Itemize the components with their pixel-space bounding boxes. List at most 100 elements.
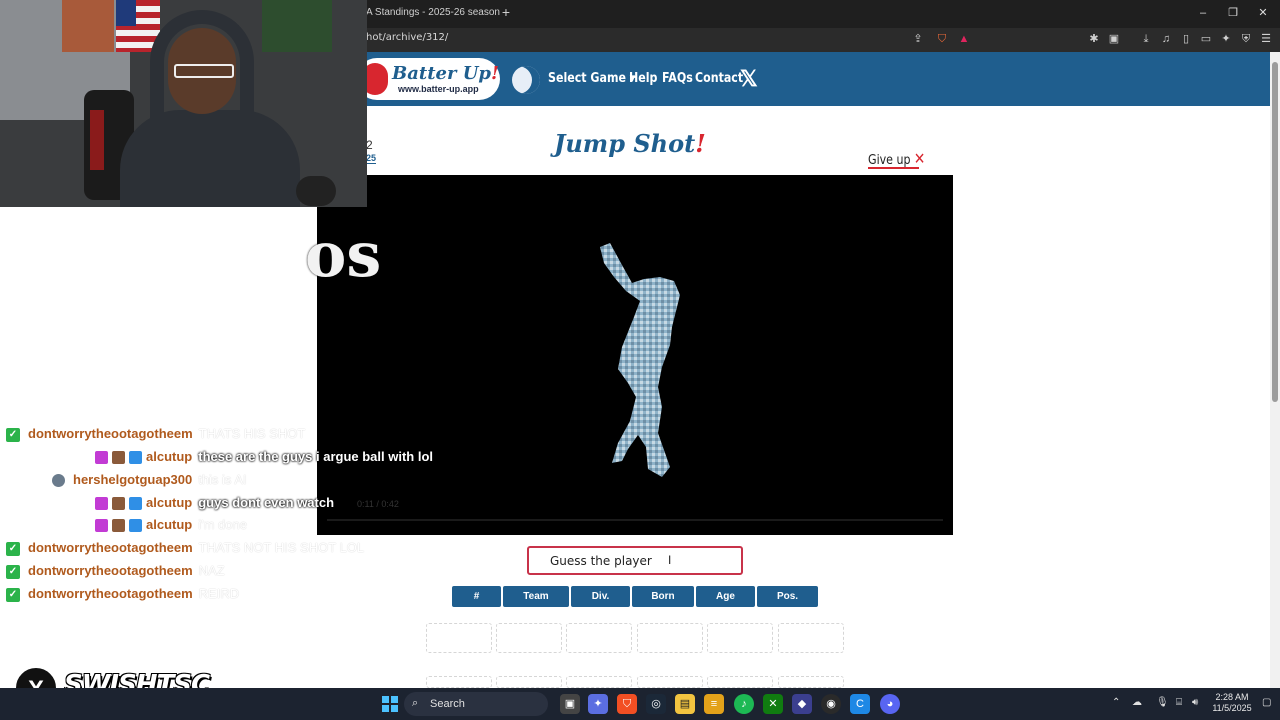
chat-message: hershelgotguap300 this is AI xyxy=(52,472,247,494)
menu-icon[interactable]: ☰ xyxy=(1258,31,1274,47)
url-field[interactable]: hot/archive/312/ xyxy=(366,32,448,43)
app-c-icon[interactable]: C xyxy=(850,694,870,714)
video-progress-bar[interactable] xyxy=(327,519,943,521)
prime-badge-icon xyxy=(129,497,142,511)
clock-time: 2:28 AM xyxy=(1215,692,1249,702)
restore-button[interactable]: ❐ xyxy=(1222,4,1244,22)
guess-cell xyxy=(637,623,703,653)
copilot-icon[interactable]: ✦ xyxy=(588,694,608,714)
minimize-button[interactable]: – xyxy=(1192,4,1214,22)
bits-badge-icon xyxy=(112,519,125,533)
logo-url: www.batter-up.app xyxy=(398,84,479,94)
subscriber-badge-icon xyxy=(95,451,108,465)
overlay-ghost-text: ff xyxy=(28,220,88,290)
chat-message: ✓ dontworrytheootagotheem REIRD xyxy=(6,586,239,608)
chat-username: alcutup xyxy=(146,517,193,532)
chat-text: i'm done xyxy=(198,517,247,532)
x-social-icon[interactable]: 𝕏 xyxy=(740,66,758,92)
bits-badge-icon xyxy=(112,497,125,511)
guess-input[interactable]: Guess the player xyxy=(527,546,743,575)
guess-cell xyxy=(426,623,492,653)
extensions-icon[interactable]: ✱ xyxy=(1086,31,1102,47)
new-tab-button[interactable]: + xyxy=(498,5,514,21)
chat-username: alcutup xyxy=(146,495,193,510)
user-avatar-icon xyxy=(52,474,65,488)
sidebar-icon[interactable]: ▯ xyxy=(1178,31,1194,47)
share-icon[interactable]: ⇪ xyxy=(910,31,926,47)
tab-search-icon[interactable]: ▣ xyxy=(1106,31,1122,47)
guess-cell xyxy=(778,623,844,653)
guess-cell xyxy=(566,676,632,688)
nav-help[interactable]: Help xyxy=(629,71,657,86)
download-icon[interactable]: ⤓ xyxy=(1138,31,1154,47)
nav-contact[interactable]: Contact xyxy=(695,71,743,86)
network-icon[interactable]: ⌸ xyxy=(1176,697,1182,708)
spotify-icon[interactable]: ♪ xyxy=(734,694,754,714)
archive-number: 2 xyxy=(366,138,373,152)
media-icon[interactable]: ♫ xyxy=(1158,31,1174,47)
obs-icon[interactable]: ◉ xyxy=(821,694,841,714)
guess-cell xyxy=(637,676,703,688)
chat-message: ✓ dontworrytheootagotheem NAZ xyxy=(6,563,225,585)
chat-username: dontworrytheootagotheem xyxy=(28,586,193,601)
onedrive-icon[interactable]: ☁ xyxy=(1132,697,1142,708)
chat-text: THATS HIS SHOT xyxy=(198,426,306,441)
chat-message: alcutup these are the guys i argue ball w… xyxy=(95,449,433,471)
brave-rewards-icon[interactable]: ▲ xyxy=(956,31,972,47)
volume-icon[interactable]: 🔊︎ xyxy=(1192,697,1198,708)
chat-username: dontworrytheootagotheem xyxy=(28,540,193,555)
windows-start-icon[interactable] xyxy=(382,696,398,712)
xbox-icon[interactable]: ✕ xyxy=(763,694,783,714)
file-explorer-icon[interactable]: ▤ xyxy=(675,694,695,714)
webcam-streamer-glasses xyxy=(174,64,234,78)
app-icon[interactable]: ≡ xyxy=(704,694,724,714)
chat-text: these are the guys i argue ball with lol xyxy=(198,449,434,464)
windows-taskbar xyxy=(0,688,1280,720)
verified-check-icon: ✓ xyxy=(6,427,20,442)
archive-date-link[interactable]: 25 xyxy=(366,153,377,164)
column-header-born: Born xyxy=(632,586,694,607)
guess-cell xyxy=(496,623,562,653)
vpn-icon[interactable]: ⛨ xyxy=(1238,31,1254,47)
discord-icon[interactable]: ◕ xyxy=(880,694,900,714)
brave-shield-icon[interactable]: ⛉ xyxy=(934,31,950,47)
chat-message: ✓ dontworrytheootagotheem THATS NOT HIS SH… xyxy=(6,540,364,562)
webcam-chair-trim xyxy=(90,110,104,170)
taskview-icon[interactable]: ▣ xyxy=(560,694,580,714)
chat-message: alcutup guys dont even watch xyxy=(95,495,334,517)
verified-check-icon: ✓ xyxy=(6,564,20,579)
taskbar-clock[interactable]: 2:28 AM 11/5/2025 xyxy=(1212,692,1252,714)
webcam-poster xyxy=(62,0,114,52)
nav-faqs[interactable]: FAQs xyxy=(662,71,693,86)
bits-badge-icon xyxy=(112,451,125,465)
video-player[interactable]: 0:11 / 0:42 xyxy=(317,175,953,535)
chat-text: REIRD xyxy=(198,586,240,601)
chat-username: dontworrytheootagotheem xyxy=(28,426,193,441)
app-icon[interactable]: ◆ xyxy=(792,694,812,714)
browser-tab[interactable]: A Standings - 2025-26 season - E xyxy=(360,4,500,28)
chat-text: guys dont even watch xyxy=(198,495,335,510)
guess-cell xyxy=(426,676,492,688)
guess-cell xyxy=(707,623,773,653)
leo-ai-icon[interactable]: ✦ xyxy=(1218,31,1234,47)
prime-badge-icon xyxy=(129,519,142,533)
chat-text: this is AI xyxy=(198,472,247,487)
give-up-button[interactable]: Give up ✕ xyxy=(868,149,925,169)
steam-icon[interactable]: ◎ xyxy=(646,694,666,714)
brave-browser-icon[interactable]: ⛉ xyxy=(617,694,637,714)
column-header-division: Div. xyxy=(571,586,630,607)
microphone-icon[interactable]: 🎙︎ xyxy=(1156,697,1169,708)
tray-chevron-icon[interactable]: ⌃ xyxy=(1112,697,1120,708)
notification-icon[interactable]: ▢ xyxy=(1262,697,1271,708)
column-header-team: Team xyxy=(503,586,569,607)
player-silhouette xyxy=(600,243,680,477)
webcam-poster xyxy=(262,0,332,52)
close-icon: ✕ xyxy=(913,149,926,168)
verified-check-icon: ✓ xyxy=(6,541,20,556)
close-window-button[interactable]: ✕ xyxy=(1252,4,1274,22)
dark-mode-moon-icon[interactable] xyxy=(512,66,540,94)
wallet-icon[interactable]: ▭ xyxy=(1198,31,1214,47)
scrollbar-thumb[interactable] xyxy=(1272,62,1278,402)
taskbar-search[interactable]: Search xyxy=(404,692,548,716)
nav-select-game[interactable]: Select Game ▾ xyxy=(548,71,635,86)
